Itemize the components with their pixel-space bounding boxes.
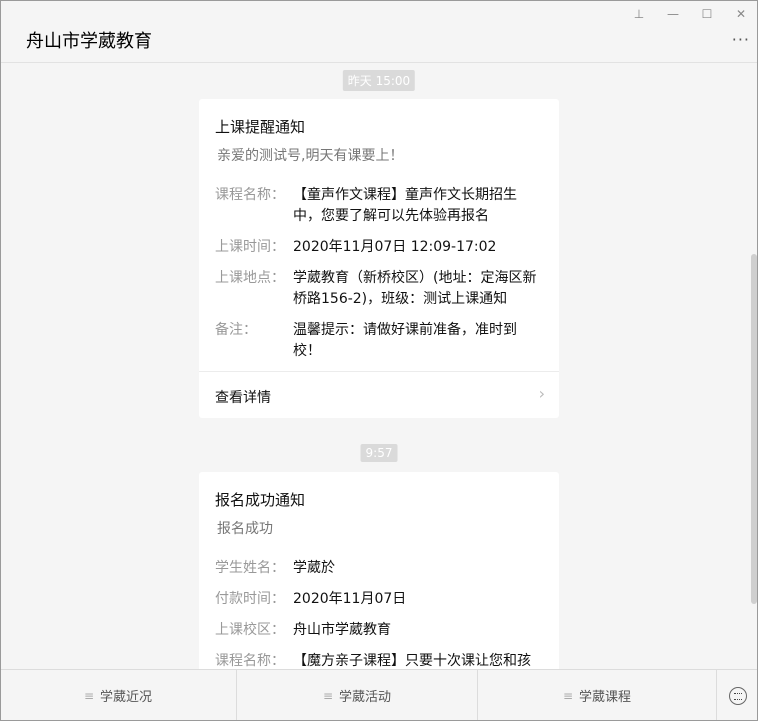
field-row: 付款时间： 2020年11月07日 <box>215 589 559 610</box>
timestamp: 昨天 15:00 <box>342 70 416 91</box>
keyboard-icon <box>728 686 747 705</box>
field-value: 【魔方亲子课程】只要十次课让您和孩 <box>293 653 531 669</box>
card-title: 上课提醒通知 <box>215 118 306 136</box>
field-value: 学葳教育（新桥校区）(地址：定海区新桥路156-2)，班级：测试上课通知 <box>293 270 537 307</box>
chat-title: 舟山市学葳教育 <box>26 31 152 52</box>
pin-icon[interactable]: ⊥ <box>622 0 656 28</box>
notification-card[interactable]: 上课提醒通知 亲爱的测试号,明天有课要上！ 课程名称： 【童声作文课程】童声作文… <box>199 99 559 418</box>
message-list[interactable]: 昨天 15:00 上课提醒通知 亲爱的测试号,明天有课要上！ 课程名称： 【童声… <box>0 63 758 669</box>
bottom-menu: ≡ 学葳近况 ≡ 学葳活动 ≡ 学葳课程 <box>0 669 758 721</box>
menu-item-courses[interactable]: ≡ 学葳课程 <box>478 670 717 721</box>
field-value: 温馨提示：请做好课前准备，准时到校！ <box>293 322 517 359</box>
menu-item-label: 学葳活动 <box>339 690 392 705</box>
field-row: 上课时间： 2020年11月07日 12:09-17:02 <box>215 237 559 258</box>
menu-item-news[interactable]: ≡ 学葳近况 <box>0 670 237 721</box>
field-label: 备注： <box>215 322 257 338</box>
field-label: 学生姓名： <box>215 560 285 576</box>
more-options-icon[interactable]: ··· <box>732 30 750 49</box>
field-row: 上课校区： 舟山市学葳教育 <box>215 620 559 641</box>
field-label: 上课校区： <box>215 622 285 638</box>
field-row: 学生姓名： 学葳於 <box>215 558 559 579</box>
minimize-icon[interactable]: — <box>656 0 690 28</box>
chevron-right-icon: › <box>538 384 545 403</box>
field-value: 2020年11月07日 <box>293 591 407 607</box>
menu-icon: ≡ <box>83 688 95 703</box>
card-subtitle: 报名成功 <box>217 521 273 537</box>
menu-item-label: 学葳近况 <box>100 690 153 705</box>
field-label: 课程名称： <box>215 653 285 669</box>
field-value: 【童声作文课程】童声作文长期招生中，您要了解可以先体验再报名 <box>293 187 517 224</box>
field-row: 备注： 温馨提示：请做好课前准备，准时到校！ <box>215 320 559 362</box>
card-fields: 课程名称： 【童声作文课程】童声作文长期招生中，您要了解可以先体验再报名 上课时… <box>215 185 559 362</box>
menu-icon: ≡ <box>562 688 574 703</box>
menu-item-label: 学葳课程 <box>579 690 632 705</box>
card-title: 报名成功通知 <box>215 491 306 509</box>
field-label: 上课时间： <box>215 239 285 255</box>
field-row: 课程名称： 【魔方亲子课程】只要十次课让您和孩 <box>215 651 559 669</box>
card-subtitle: 亲爱的测试号,明天有课要上！ <box>217 148 404 164</box>
field-label: 付款时间： <box>215 591 285 607</box>
field-value: 舟山市学葳教育 <box>293 622 391 638</box>
window-controls: ⊥ — ☐ ✕ <box>622 0 758 28</box>
field-row: 上课地点： 学葳教育（新桥校区）(地址：定海区新桥路156-2)，班级：测试上课… <box>215 268 559 310</box>
field-value: 2020年11月07日 12:09-17:02 <box>293 239 497 255</box>
menu-icon: ≡ <box>322 688 334 703</box>
vertical-scrollbar[interactable] <box>751 254 757 604</box>
view-details-label: 查看详情 <box>215 390 271 406</box>
field-label: 上课地点： <box>215 270 285 286</box>
notification-card[interactable]: 报名成功通知 报名成功 学生姓名： 学葳於 付款时间： 2020年11月07日 … <box>199 472 559 669</box>
menu-item-activities[interactable]: ≡ 学葳活动 <box>237 670 478 721</box>
field-row: 课程名称： 【童声作文课程】童声作文长期招生中，您要了解可以先体验再报名 <box>215 185 559 227</box>
view-details-link[interactable]: 查看详情 › <box>199 371 559 418</box>
keyboard-toggle-button[interactable] <box>717 670 758 721</box>
close-icon[interactable]: ✕ <box>724 0 758 28</box>
timestamp: 9:57 <box>360 444 398 462</box>
card-fields: 学生姓名： 学葳於 付款时间： 2020年11月07日 上课校区： 舟山市学葳教… <box>215 558 559 669</box>
field-value: 学葳於 <box>293 560 335 576</box>
field-label: 课程名称： <box>215 187 285 203</box>
maximize-icon[interactable]: ☐ <box>690 0 724 28</box>
